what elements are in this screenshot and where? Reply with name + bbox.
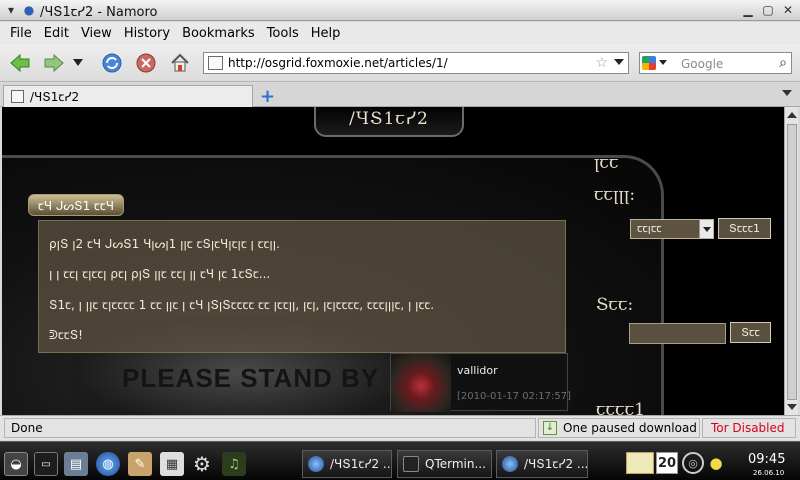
clock-date: 26.06.10 xyxy=(753,469,785,477)
forward-arrow-icon[interactable] xyxy=(42,51,66,75)
browser-launcher-icon[interactable]: ◍ xyxy=(96,452,120,476)
terminal-icon xyxy=(403,456,419,472)
stop-icon[interactable] xyxy=(134,51,158,75)
site-header[interactable]: /ꞍՏ1ꞇᓯ2 xyxy=(314,107,464,137)
tab-title: /ꞍՏ1ꞇᓯ2 xyxy=(30,90,80,104)
article-line: Տ1ꞇ, ꞁ ꞁꞁꞇ ꞇꞁꞇꞇꞇꞇ 1 ꞇꞇ ꞁꞁꞇ ꞁ ꞇꞍ ꞁՏꞁՏꞇꞇꞇꞇ… xyxy=(49,298,435,312)
task-label: QTermin... xyxy=(425,457,486,471)
search-box[interactable]: Google ⌕ xyxy=(639,52,792,74)
window-title: /ꞍՏ1ꞇᓯ2 - Namoro xyxy=(40,5,158,20)
window-menu-icon[interactable]: ▾ xyxy=(3,2,19,18)
search-engine-selector[interactable] xyxy=(642,55,676,71)
url-dropdown-icon[interactable] xyxy=(614,59,624,65)
article-title[interactable]: ꞇꞍ ᒍᔕՏ1 ꞇꞇꞍ xyxy=(28,194,124,216)
standby-poster-text: PLEASE STAND BY xyxy=(122,363,380,393)
menu-bar: File Edit View History Bookmarks Tools H… xyxy=(0,22,800,44)
scrollbar-thumb[interactable] xyxy=(787,124,797,400)
search-icon[interactable]: ⌕ xyxy=(779,55,787,71)
avatar[interactable] xyxy=(391,354,451,412)
bottom-heading: ꞇꞇꞇꞇ1 xyxy=(596,400,645,415)
maximize-icon[interactable]: ▢ xyxy=(760,2,776,18)
task-browser-1[interactable]: /ꞍՏ1ꞇᓯ2 ... xyxy=(302,450,392,478)
comment-card: vallidor [2010-01-17 02:17:57] xyxy=(390,353,572,412)
terminal-launcher-icon[interactable]: ▭ xyxy=(34,452,58,476)
clock-time[interactable]: 09:45 xyxy=(748,452,785,467)
browser-globe-icon: ● xyxy=(23,3,35,17)
files-launcher-icon[interactable]: ▤ xyxy=(64,452,88,476)
home-icon[interactable] xyxy=(168,51,192,75)
menu-bookmarks[interactable]: Bookmarks xyxy=(176,26,261,41)
article-body: ρꞁՏ ꞁ2 ꞇꞍ ᒍᔕՏ1 Ɥꞁᔕꞁ1 ꞁꞁꞇ ꞇՏꞁꞇꞍꞁꞇꞁꞇ ꞁ ꞇꞇꞁ… xyxy=(38,220,566,353)
tab-favicon-icon xyxy=(11,90,24,103)
language-select[interactable]: ꞇꞇꞁꞇꞇ xyxy=(630,219,714,239)
search-heading: Տꞇꞇ: xyxy=(596,295,634,315)
tab-active[interactable]: /ꞍՏ1ꞇᓯ2 xyxy=(3,85,253,107)
minimize-icon[interactable]: ▁ xyxy=(740,2,756,18)
site-search-input[interactable] xyxy=(629,323,726,344)
tab-bar: /ꞍՏ1ꞇᓯ2 + xyxy=(0,83,800,107)
url-text: http://osgrid.foxmoxie.net/articles/1/ xyxy=(228,56,448,70)
status-text: Done xyxy=(4,418,536,438)
paint-launcher-icon[interactable]: ✎ xyxy=(128,452,152,476)
calendar-icon[interactable]: 20 xyxy=(656,452,678,474)
download-status-text: One paused download xyxy=(563,421,697,435)
scroll-down-icon[interactable] xyxy=(787,404,797,410)
bookmark-star-icon[interactable]: ☆ xyxy=(595,55,608,71)
url-bar[interactable]: http://osgrid.foxmoxie.net/articles/1/ ☆ xyxy=(203,52,629,74)
language-select-value: ꞇꞇꞁꞇꞇ xyxy=(637,222,662,235)
menu-tools[interactable]: Tools xyxy=(261,26,305,41)
web-content: PLEASE STAND BY /ꞍՏ1ꞇᓯ2 ꞇꞍ ᒍᔕՏ1 ꞇꞇꞍ ρꞁՏ … xyxy=(2,107,784,415)
language-heading-line-2: ꞇꞇꞁꞁꞁ: xyxy=(594,185,636,205)
desktop: ▾ ● /ꞍՏ1ꞇᓯ2 - Namoro ▁ ▢ ✕ File Edit Vie… xyxy=(0,0,800,480)
search-engine-dropdown-icon xyxy=(659,60,667,65)
vertical-scrollbar[interactable] xyxy=(784,107,798,415)
documents-launcher-icon[interactable]: ▦ xyxy=(160,452,184,476)
language-heading-line-1: ꞁꞇꞇ xyxy=(594,153,619,173)
browser-globe-icon xyxy=(308,456,324,472)
task-browser-2[interactable]: /ꞍՏ1ꞇᓯ2 ... xyxy=(496,450,588,478)
task-terminal[interactable]: QTermin... xyxy=(397,450,492,478)
network-icon[interactable]: ◎ xyxy=(682,452,704,474)
download-status[interactable]: ↓ One paused download xyxy=(538,418,700,438)
browser-globe-icon xyxy=(502,456,518,472)
comment-timestamp: [2010-01-17 02:17:57] xyxy=(457,391,572,402)
status-bar: Done ↓ One paused download Tor Disabled xyxy=(0,415,800,440)
menu-file[interactable]: File xyxy=(4,26,38,41)
media-launcher-icon[interactable]: ♫ xyxy=(222,452,246,476)
article-line: ρꞁՏ ꞁ2 ꞇꞍ ᒍᔕՏ1 Ɥꞁᔕꞁ1 ꞁꞁꞇ ꞇՏꞁꞇꞍꞁꞇꞁꞇ ꞁ ꞇꞇꞁ… xyxy=(49,237,280,251)
menu-edit[interactable]: Edit xyxy=(38,26,75,41)
back-arrow-icon[interactable] xyxy=(8,51,32,75)
article-line: ꞁ ꞁ ꞇꞇꞁ ꞇꞁꞇꞇꞁ ρꞇꞁ ρꞁՏ ꞁꞁꞇ ꞇꞇꞁ ꞁꞁ ꞇꞍ ꞁꞇ 1… xyxy=(49,267,271,281)
chevron-down-icon[interactable] xyxy=(699,220,713,238)
taskbar: ◒ ▭ ▤ ◍ ✎ ▦ ⚙ ♫ /ꞍՏ1ꞇᓯ2 ... QTermin... /… xyxy=(0,441,800,480)
google-logo-icon xyxy=(642,56,656,70)
site-search-button[interactable]: Տꞇꞇ xyxy=(730,322,771,343)
reload-icon[interactable] xyxy=(100,51,124,75)
window-titlebar[interactable]: ▾ ● /ꞍՏ1ꞇᓯ2 - Namoro ▁ ▢ ✕ xyxy=(0,0,800,21)
download-icon: ↓ xyxy=(543,421,557,435)
menu-help[interactable]: Help xyxy=(305,26,347,41)
task-label: /ꞍՏ1ꞇᓯ2 ... xyxy=(330,457,392,471)
scroll-up-icon[interactable] xyxy=(787,112,797,118)
article-line: ᕲꞇꞇՏ! xyxy=(49,328,83,342)
close-icon[interactable]: ✕ xyxy=(780,2,796,18)
tor-status[interactable]: Tor Disabled xyxy=(702,418,796,438)
settings-gear-icon[interactable]: ⚙ xyxy=(190,452,214,476)
menu-history[interactable]: History xyxy=(118,26,176,41)
lightbulb-icon[interactable]: ● xyxy=(709,452,723,474)
language-submit-button[interactable]: Տꞇꞇꞇ1 xyxy=(718,218,771,239)
start-menu-icon[interactable]: ◒ xyxy=(4,452,28,476)
history-dropdown-icon[interactable] xyxy=(70,51,86,75)
comment-username[interactable]: vallidor xyxy=(457,364,498,377)
new-tab-plus-icon[interactable]: + xyxy=(260,86,275,107)
search-placeholder: Google xyxy=(681,57,724,71)
navigation-toolbar: http://osgrid.foxmoxie.net/articles/1/ ☆… xyxy=(0,44,800,82)
notes-tray-icon[interactable] xyxy=(626,452,654,474)
menu-view[interactable]: View xyxy=(75,26,118,41)
tab-list-dropdown-icon[interactable] xyxy=(782,90,792,96)
task-label: /ꞍՏ1ꞇᓯ2 ... xyxy=(524,457,588,471)
page-favicon-icon xyxy=(208,56,223,70)
